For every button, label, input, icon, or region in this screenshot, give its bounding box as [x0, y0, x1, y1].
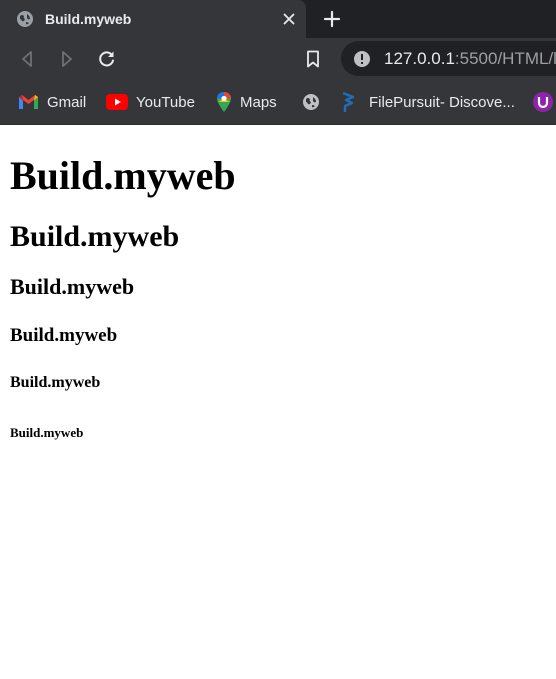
tab-title: Build.myweb: [45, 11, 132, 27]
bookmark-filepursuit[interactable]: FilePursuit- Discove...: [340, 80, 515, 124]
bookmark-label: Maps: [240, 93, 277, 111]
heading-3: Build.myweb: [10, 274, 135, 299]
youtube-icon: [106, 94, 128, 110]
page-content: Build.myweb Build.myweb Build.myweb Buil…: [0, 153, 556, 440]
tab-strip: Build.myweb: [0, 0, 556, 38]
browser-chrome: Build.myweb 127.0.0.1:5500/HTML/l Gmail …: [0, 0, 556, 125]
info-icon[interactable]: [353, 50, 371, 68]
heading-5: Build.myweb: [10, 374, 101, 391]
forward-icon: [62, 51, 72, 67]
url-path: :5500/HTML/l: [454, 48, 556, 68]
bookmark-label: FilePursuit- Discove...: [369, 93, 515, 111]
bookmark-icon: [307, 50, 319, 68]
bookmark-label: YouTube: [136, 93, 195, 111]
bookmark-label: Gmail: [47, 93, 87, 111]
gmail-icon: [18, 94, 39, 110]
heading-1: Build.myweb: [10, 153, 236, 198]
back-icon: [22, 51, 32, 67]
bookmark-gmail[interactable]: Gmail: [18, 80, 86, 124]
reload-icon: [99, 51, 114, 67]
bookmark-button[interactable]: [302, 48, 324, 70]
heading-2: Build.myweb: [10, 220, 180, 253]
tab-active[interactable]: Build.myweb: [0, 0, 306, 38]
reload-button[interactable]: [96, 48, 118, 70]
bookmark-extension[interactable]: [532, 80, 556, 124]
back-button[interactable]: [16, 48, 38, 70]
extension-icon: [532, 91, 554, 113]
filepursuit-icon: [340, 91, 356, 113]
forward-button[interactable]: [56, 48, 78, 70]
globe-icon: [302, 93, 320, 111]
new-tab-button[interactable]: [322, 9, 342, 29]
close-tab-icon[interactable]: [280, 10, 298, 28]
heading-4: Build.myweb: [10, 325, 118, 346]
bookmark-youtube[interactable]: YouTube: [106, 80, 195, 124]
maps-icon: [216, 91, 232, 113]
heading-6: Build.myweb: [10, 425, 84, 440]
address-bar[interactable]: 127.0.0.1:5500/HTML/l: [341, 41, 556, 76]
bookmark-maps[interactable]: Maps: [216, 80, 277, 124]
toolbar: 127.0.0.1:5500/HTML/l: [0, 38, 556, 80]
plus-icon: [323, 10, 341, 28]
url-host: 127.0.0.1: [384, 48, 455, 68]
globe-icon: [16, 10, 34, 28]
bookmark-globe[interactable]: [302, 80, 328, 124]
bookmarks-bar: Gmail YouTube Maps FilePursuit- Discove.…: [0, 80, 556, 125]
url-text: 127.0.0.1:5500/HTML/l: [384, 49, 556, 69]
